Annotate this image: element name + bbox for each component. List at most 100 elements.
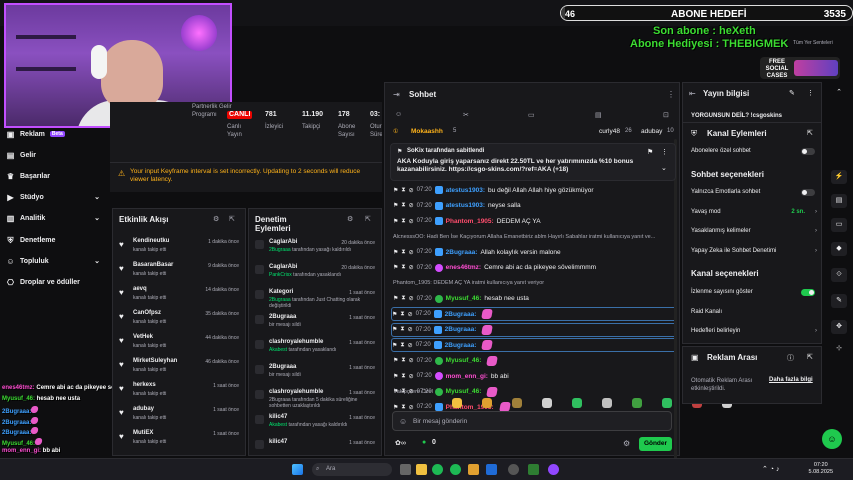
timeout-icon[interactable]: ⧗ — [401, 264, 405, 271]
show-viewers-toggle[interactable] — [801, 289, 815, 296]
pin-icon[interactable]: ⚑ — [393, 357, 398, 364]
slow-mode-row[interactable]: 2 sn. Yavaş mod › — [691, 209, 819, 215]
more-icon[interactable]: ⋮ — [807, 89, 814, 97]
poll-icon[interactable]: ▤ — [595, 111, 602, 119]
timeout-icon[interactable]: ⧗ — [401, 187, 405, 194]
chat-input[interactable]: ☺ Bir mesaj gönderin — [392, 411, 672, 431]
chat-username[interactable]: enes46tmz: — [446, 264, 481, 271]
collapse-icon[interactable]: ⇤ — [689, 89, 696, 98]
modlog-row[interactable]: CaglarAbi PankCrisx tarafından yasaklandı… — [255, 262, 379, 288]
timeout-icon[interactable]: ⧗ — [401, 373, 405, 380]
nav-analitik[interactable]: ▥ Analitik ⌄ — [6, 212, 106, 224]
pin-icon[interactable]: ⚑ — [393, 373, 398, 380]
popout-icon[interactable]: ⇱ — [807, 353, 813, 361]
chat-message[interactable]: ⚑ ⧗ ⊘ 07:20 2Bugraaa: Allah kolaylık versin … — [393, 245, 675, 259]
emoji-icon[interactable]: ☺ — [399, 417, 407, 426]
chat-message[interactable]: ⚑ ⧗ ⊘ 07:20 Myusuf_46: — [393, 354, 675, 368]
chat-username[interactable]: Myusuf_46: — [446, 388, 482, 395]
support-chat-button[interactable]: ☺ — [822, 429, 842, 449]
chat-username[interactable]: 2Bugraaa: — [445, 342, 477, 349]
raid-row[interactable]: Raid Kanalı — [691, 309, 819, 315]
nav-reklam[interactable]: ▣ Reklam Beta — [6, 128, 106, 140]
pin-icon[interactable]: ⚑ — [393, 202, 398, 209]
timeout-icon[interactable]: ⧗ — [401, 249, 405, 256]
emote-icon[interactable] — [662, 398, 672, 408]
chevron-down-icon[interactable]: ⌄ — [661, 164, 667, 172]
activity-row[interactable]: ♥ herkexs kanalı takip etti 1 saat önce — [119, 380, 243, 402]
chat-message[interactable]: ⚑ ⧗ ⊘ 07:20 2Bugraaa: — [391, 338, 677, 352]
chat-username[interactable]: 2Bugraaa: — [445, 326, 477, 333]
chat-message[interactable]: ⚑ ⧗ ⊘ 07:20 Myusuf_46: — [393, 385, 675, 399]
popout-icon[interactable]: ⇱ — [807, 129, 813, 137]
emote-icon[interactable] — [602, 398, 612, 408]
ban-icon[interactable]: ⊘ — [409, 373, 414, 380]
ban-icon[interactable]: ⊘ — [409, 357, 414, 364]
popout-icon[interactable]: ⇱ — [229, 215, 235, 223]
discord-icon[interactable] — [548, 464, 559, 475]
emote-icon[interactable] — [572, 398, 582, 408]
modlog-row[interactable]: clashroyalehumble Akabest tarafından yasa… — [255, 337, 379, 363]
more-info-link[interactable]: Daha fazla bilgi — [769, 377, 813, 383]
popout-icon[interactable]: ⇱ — [365, 215, 371, 223]
timeout-icon[interactable]: ⧗ — [400, 342, 404, 349]
collapse-icon[interactable]: ⇥ — [393, 90, 400, 99]
ban-icon[interactable]: ⊘ — [408, 311, 413, 318]
chat-username[interactable]: 2Bugraaa: — [446, 249, 478, 256]
emote-only-toggle[interactable] — [801, 189, 815, 196]
activity-row[interactable]: ♥ aevq kanalı takip etti 14 dakika önce — [119, 284, 243, 306]
sub-only-toggle[interactable] — [801, 148, 815, 155]
points-icon[interactable]: ✿∞ — [395, 439, 406, 447]
banned-words-row[interactable]: Yasaklanmış kelimeler › — [691, 228, 819, 234]
message-icon[interactable]: ▭ — [831, 218, 847, 232]
pin-icon[interactable]: ⚑ — [393, 264, 398, 271]
modlog-row[interactable]: kilic47 Akabest tarafından yasağı kaldırı… — [255, 412, 379, 438]
code-icon[interactable]: ⟐ — [831, 268, 847, 282]
nav-droplar[interactable]: ⎔ Droplar ve ödüller — [6, 276, 106, 288]
task-view-icon[interactable] — [400, 464, 411, 475]
timeout-icon[interactable]: ⧗ — [400, 311, 404, 318]
chat-username[interactable]: mom_enn_gi: — [446, 373, 488, 380]
app-icon[interactable] — [528, 464, 539, 475]
folder-icon[interactable] — [468, 464, 479, 475]
chat-message[interactable]: ⚑ ⧗ ⊘ 07:20 Myusuf_46: hesab nee usta — [393, 292, 675, 306]
chat-message[interactable]: ⚑ ⧗ ⊘ 07:20 atestus1903: neyse salla — [393, 199, 675, 213]
nav-topluluk[interactable]: ☺ Topluluk ⌄ — [6, 255, 106, 267]
audio-icon[interactable]: ◆ — [831, 242, 847, 256]
file-explorer-icon[interactable] — [416, 464, 427, 475]
tray-icons[interactable]: ⌃ ◔ ♪ — [762, 465, 779, 473]
timeout-icon[interactable]: ⧗ — [400, 326, 404, 333]
clipboard-icon[interactable]: ▤ — [831, 194, 847, 208]
ban-icon[interactable]: ⊘ — [408, 342, 413, 349]
promo-badge[interactable]: FREE SOCIAL CASES — [760, 57, 840, 79]
chat-username[interactable]: atestus1903: — [446, 187, 485, 194]
pin-icon[interactable]: ⚑ — [393, 249, 398, 256]
pin-icon[interactable]: ⚑ — [393, 295, 398, 302]
ban-icon[interactable]: ⊘ — [409, 249, 414, 256]
emote-icon[interactable] — [512, 398, 522, 408]
info-icon[interactable]: ⓘ — [787, 353, 794, 363]
chat-message[interactable]: ⚑ ⧗ ⊘ 07:20 2Bugraaa: — [391, 322, 677, 337]
ai-mod-row[interactable]: Yapay Zeka ile Sohbet Denetimi › — [691, 248, 819, 254]
timeout-icon[interactable]: ⧗ — [401, 295, 405, 302]
pin-icon[interactable]: ⚑ — [393, 218, 398, 225]
activity-row[interactable]: ♥ MutiEX kanalı takip etti 1 saat önce — [119, 428, 243, 450]
modlog-row[interactable]: 2Bugraaa bir mesajı sildi 1 saat önce — [255, 312, 379, 338]
more-icon[interactable]: ⋮ — [661, 148, 668, 156]
chat-username[interactable]: Myusuf_46: — [446, 357, 482, 364]
pin-icon[interactable]: ⚑ — [392, 326, 397, 333]
nav-gelir[interactable]: ▤ Gelir — [6, 149, 106, 161]
modlog-row[interactable]: clashroyalehumble 2Bugraaa tarafından 5 d… — [255, 387, 379, 413]
chat-message[interactable]: ⚑ ⧗ ⊘ 07:20 mom_enn_gi: bb abi — [393, 369, 675, 383]
emote-icon[interactable] — [452, 398, 462, 408]
taskbar-clock[interactable]: 07:20 5.08.2025 — [809, 462, 833, 476]
chat-message[interactable]: ⚑ ⧗ ⊘ 07:20 2Bugraaa: — [391, 307, 677, 321]
timeout-icon[interactable]: ⧗ — [401, 357, 405, 364]
chat-message[interactable]: ⚑ ⧗ ⊘ 07:20 atestus1903: bu değil Allah Alla… — [393, 183, 675, 197]
chevron-icon[interactable]: ⌃ — [831, 86, 847, 100]
activity-row[interactable]: ♥ MirketSuleyhan kanalı takip etti 46 dakik… — [119, 356, 243, 378]
lock-icon[interactable]: ⊡ — [663, 111, 669, 119]
chat-message[interactable]: Phantom_1905: DEDEM AÇ YA iratmi kullanı… — [393, 276, 675, 290]
chat-username[interactable]: atestus1903: — [446, 202, 485, 209]
timeout-icon[interactable]: ⧗ — [401, 218, 405, 225]
chat-username[interactable]: 2Bugraaa: — [445, 311, 477, 318]
